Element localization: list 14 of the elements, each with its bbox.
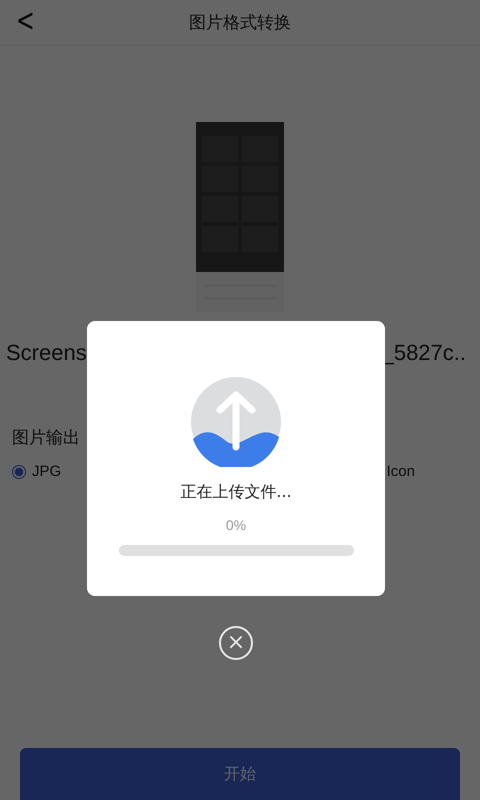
- back-button[interactable]: <: [13, 2, 38, 38]
- format-option[interactable]: JPG: [12, 463, 62, 480]
- page-title: 图片格式转换: [189, 12, 291, 34]
- upload-icon: [191, 377, 281, 467]
- option-label: Icon: [386, 463, 415, 480]
- section-label: 图片输出: [12, 427, 81, 449]
- option-label: JPG: [32, 463, 62, 480]
- upload-percent: 0%: [226, 517, 246, 533]
- close-button[interactable]: ×: [219, 626, 253, 660]
- start-button[interactable]: 开始: [20, 748, 460, 800]
- file-name-end: _5827c..: [382, 340, 466, 366]
- radio-button[interactable]: [12, 464, 26, 478]
- upload-message: 正在上传文件...: [180, 482, 292, 503]
- file-name-start: Screens: [6, 340, 87, 366]
